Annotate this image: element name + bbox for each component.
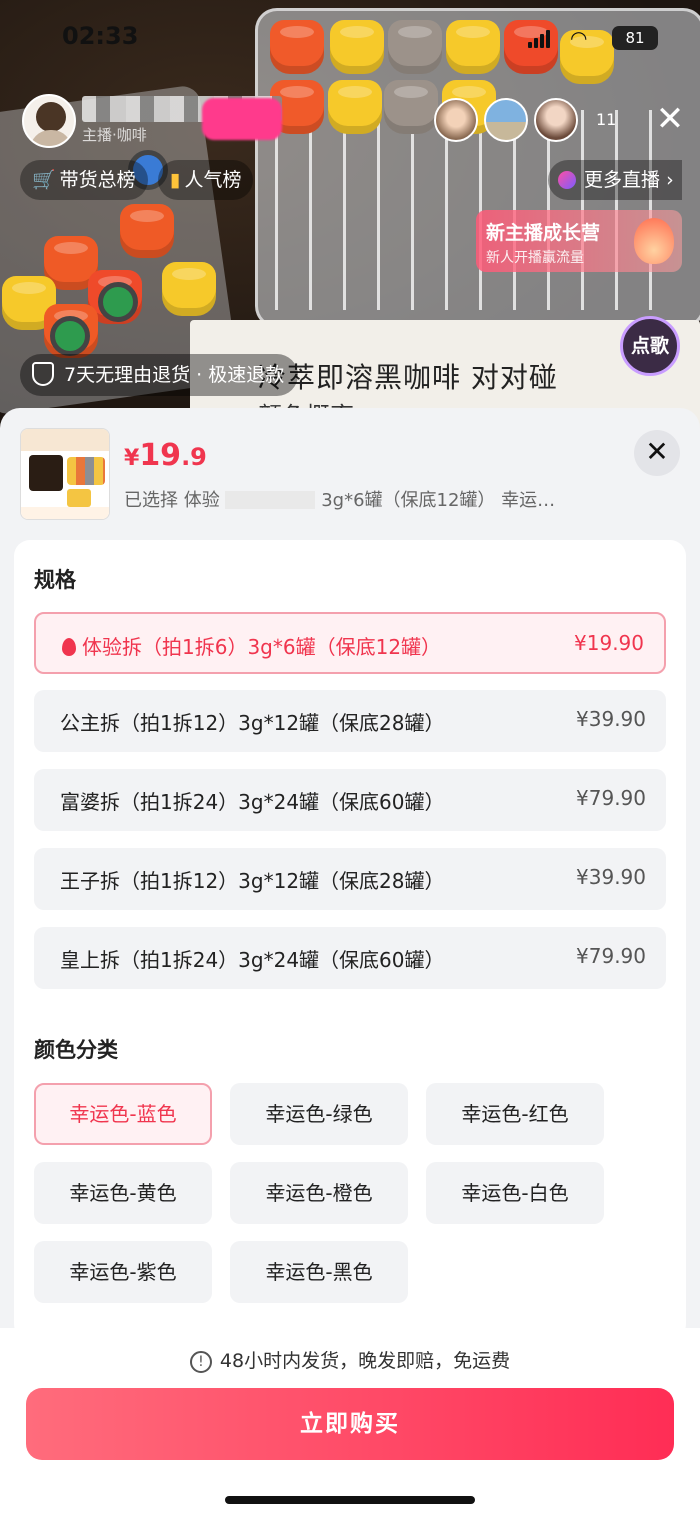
spec-option-name: 体验拆（拍1拆6）3g*6罐（保底12罐） (62, 631, 441, 660)
rank-pill[interactable]: 🛒 带货总榜 (20, 160, 148, 200)
spec-option-price: ¥19.90 (574, 631, 644, 655)
price-decimal: .9 (181, 443, 207, 471)
spec-option-price: ¥79.90 (576, 944, 646, 968)
product-price: ¥19.9 (124, 438, 207, 473)
color-option[interactable]: 幸运色-绿色 (230, 1083, 408, 1145)
flame-icon (62, 638, 76, 656)
battery-icon: 81 (612, 26, 658, 50)
home-indicator (225, 1496, 475, 1504)
selected-suffix: 3g*6罐（保底12罐） 幸运… (321, 490, 556, 511)
thumb-capsules-image (67, 457, 105, 485)
status-bar: 02:33 ◠ 81 (0, 22, 700, 56)
shipping-note-text: 48小时内发货，晚发即赔，免运费 (219, 1350, 511, 1372)
yellow-cup-image (328, 80, 382, 134)
color-option[interactable]: 幸运色-蓝色 (34, 1083, 212, 1145)
shield-icon (32, 362, 54, 386)
viewer-avatar[interactable] (534, 98, 578, 142)
info-icon: ! (189, 1351, 212, 1373)
viewer-avatar[interactable] (434, 98, 478, 142)
chevron-right-icon: › (666, 169, 674, 191)
viewer-count: 11 (596, 110, 617, 129)
more-live-label: 更多直播 (584, 169, 661, 191)
spec-option-price: ¥39.90 (576, 865, 646, 889)
selected-redacted (225, 491, 316, 509)
host-subtitle: 主播·咖啡 (82, 126, 147, 144)
spec-option-name: 皇上拆（拍1拆24）3g*24罐（保底60罐） (60, 948, 445, 972)
status-time: 02:33 (62, 22, 139, 50)
color-option[interactable]: 幸运色-白色 (426, 1162, 604, 1224)
thumb-badge-image (67, 489, 91, 507)
green-capsule-image (98, 282, 138, 322)
purchase-footer: ! 48小时内发货，晚发即赔，免运费 立即购买 (0, 1328, 700, 1515)
selected-prefix: 已选择 体验 (124, 490, 220, 511)
price-integer: 19 (139, 438, 182, 473)
thumb-header-image (21, 429, 109, 451)
host-follow-redacted (202, 98, 282, 140)
popularity-pill-label: 人气榜 (184, 169, 242, 191)
more-live-button[interactable]: 更多直播 › (548, 160, 682, 200)
spec-section-title: 规格 (34, 568, 76, 592)
product-options-sheet: ¥19.9 已选择 体验 3g*6罐（保底12罐） 幸运… ✕ 规格 体验拆（拍… (0, 408, 700, 1515)
spec-option-price: ¥39.90 (576, 707, 646, 731)
orange-cup-image (120, 204, 174, 258)
promo-banner[interactable]: 新主播成长营 新人开播赢流量 (476, 210, 682, 272)
buy-now-button[interactable]: 立即购买 (26, 1388, 674, 1460)
color-option[interactable]: 幸运色-紫色 (34, 1241, 212, 1303)
gem-icon (558, 171, 576, 189)
rank-pill-label: 带货总榜 (59, 169, 136, 191)
wifi-icon: ◠ (570, 26, 588, 50)
spec-option-price: ¥79.90 (576, 786, 646, 810)
cart-icon: 🛒 (32, 169, 56, 191)
host-avatar[interactable] (22, 94, 76, 148)
green-capsule-image (50, 316, 90, 356)
thumb-footer-image (21, 507, 109, 519)
spec-option[interactable]: 富婆拆（拍1拆24）3g*24罐（保底60罐） ¥79.90 (34, 769, 666, 831)
song-request-button[interactable]: 点歌 (620, 316, 680, 376)
spec-option[interactable]: 皇上拆（拍1拆24）3g*24罐（保底60罐） ¥79.90 (34, 927, 666, 989)
close-icon[interactable]: ✕ (634, 430, 680, 476)
close-icon[interactable]: ✕ (652, 102, 688, 138)
return-policy-label: 7天无理由退货 · 极速退款 (64, 364, 285, 386)
viewer-avatar[interactable] (484, 98, 528, 142)
bar-chart-icon: ▮ (170, 169, 181, 191)
sign-text-line1: 冷萃即溶黑咖啡 对对碰 (258, 361, 558, 394)
color-section-title: 颜色分类 (34, 1038, 118, 1062)
spec-option-name: 公主拆（拍1拆12）3g*12罐（保底28罐） (60, 711, 445, 735)
price-currency: ¥ (124, 446, 140, 471)
product-thumbnail[interactable] (20, 428, 110, 520)
color-option[interactable]: 幸运色-黄色 (34, 1162, 212, 1224)
signal-icon (528, 28, 550, 48)
thumb-cup-image (29, 455, 63, 491)
selected-summary: 已选择 体验 3g*6罐（保底12罐） 幸运… (124, 486, 644, 512)
spec-option-name: 富婆拆（拍1拆24）3g*24罐（保底60罐） (60, 790, 445, 814)
spec-option[interactable]: 王子拆（拍1拆12）3g*12罐（保底28罐） ¥39.90 (34, 848, 666, 910)
spec-option[interactable]: 体验拆（拍1拆6）3g*6罐（保底12罐） ¥19.90 (34, 612, 666, 674)
yellow-cup-image (162, 262, 216, 316)
spec-option-label: 体验拆（拍1拆6）3g*6罐（保底12罐） (82, 635, 442, 659)
color-option[interactable]: 幸运色-黑色 (230, 1241, 408, 1303)
shipping-note: ! 48小时内发货，晚发即赔，免运费 (0, 1346, 700, 1373)
gray-cup-image (384, 80, 438, 134)
color-option[interactable]: 幸运色-红色 (426, 1083, 604, 1145)
options-panel: 规格 体验拆（拍1拆6）3g*6罐（保底12罐） ¥19.90 公主拆（拍1拆1… (14, 540, 686, 1340)
color-option[interactable]: 幸运色-橙色 (230, 1162, 408, 1224)
popularity-pill[interactable]: ▮ 人气榜 (158, 160, 254, 200)
flame-icon (634, 218, 674, 264)
spec-option[interactable]: 公主拆（拍1拆12）3g*12罐（保底28罐） ¥39.90 (34, 690, 666, 752)
spec-option-name: 王子拆（拍1拆12）3g*12罐（保底28罐） (60, 869, 445, 893)
return-policy-pill: 7天无理由退货 · 极速退款 (20, 354, 299, 396)
